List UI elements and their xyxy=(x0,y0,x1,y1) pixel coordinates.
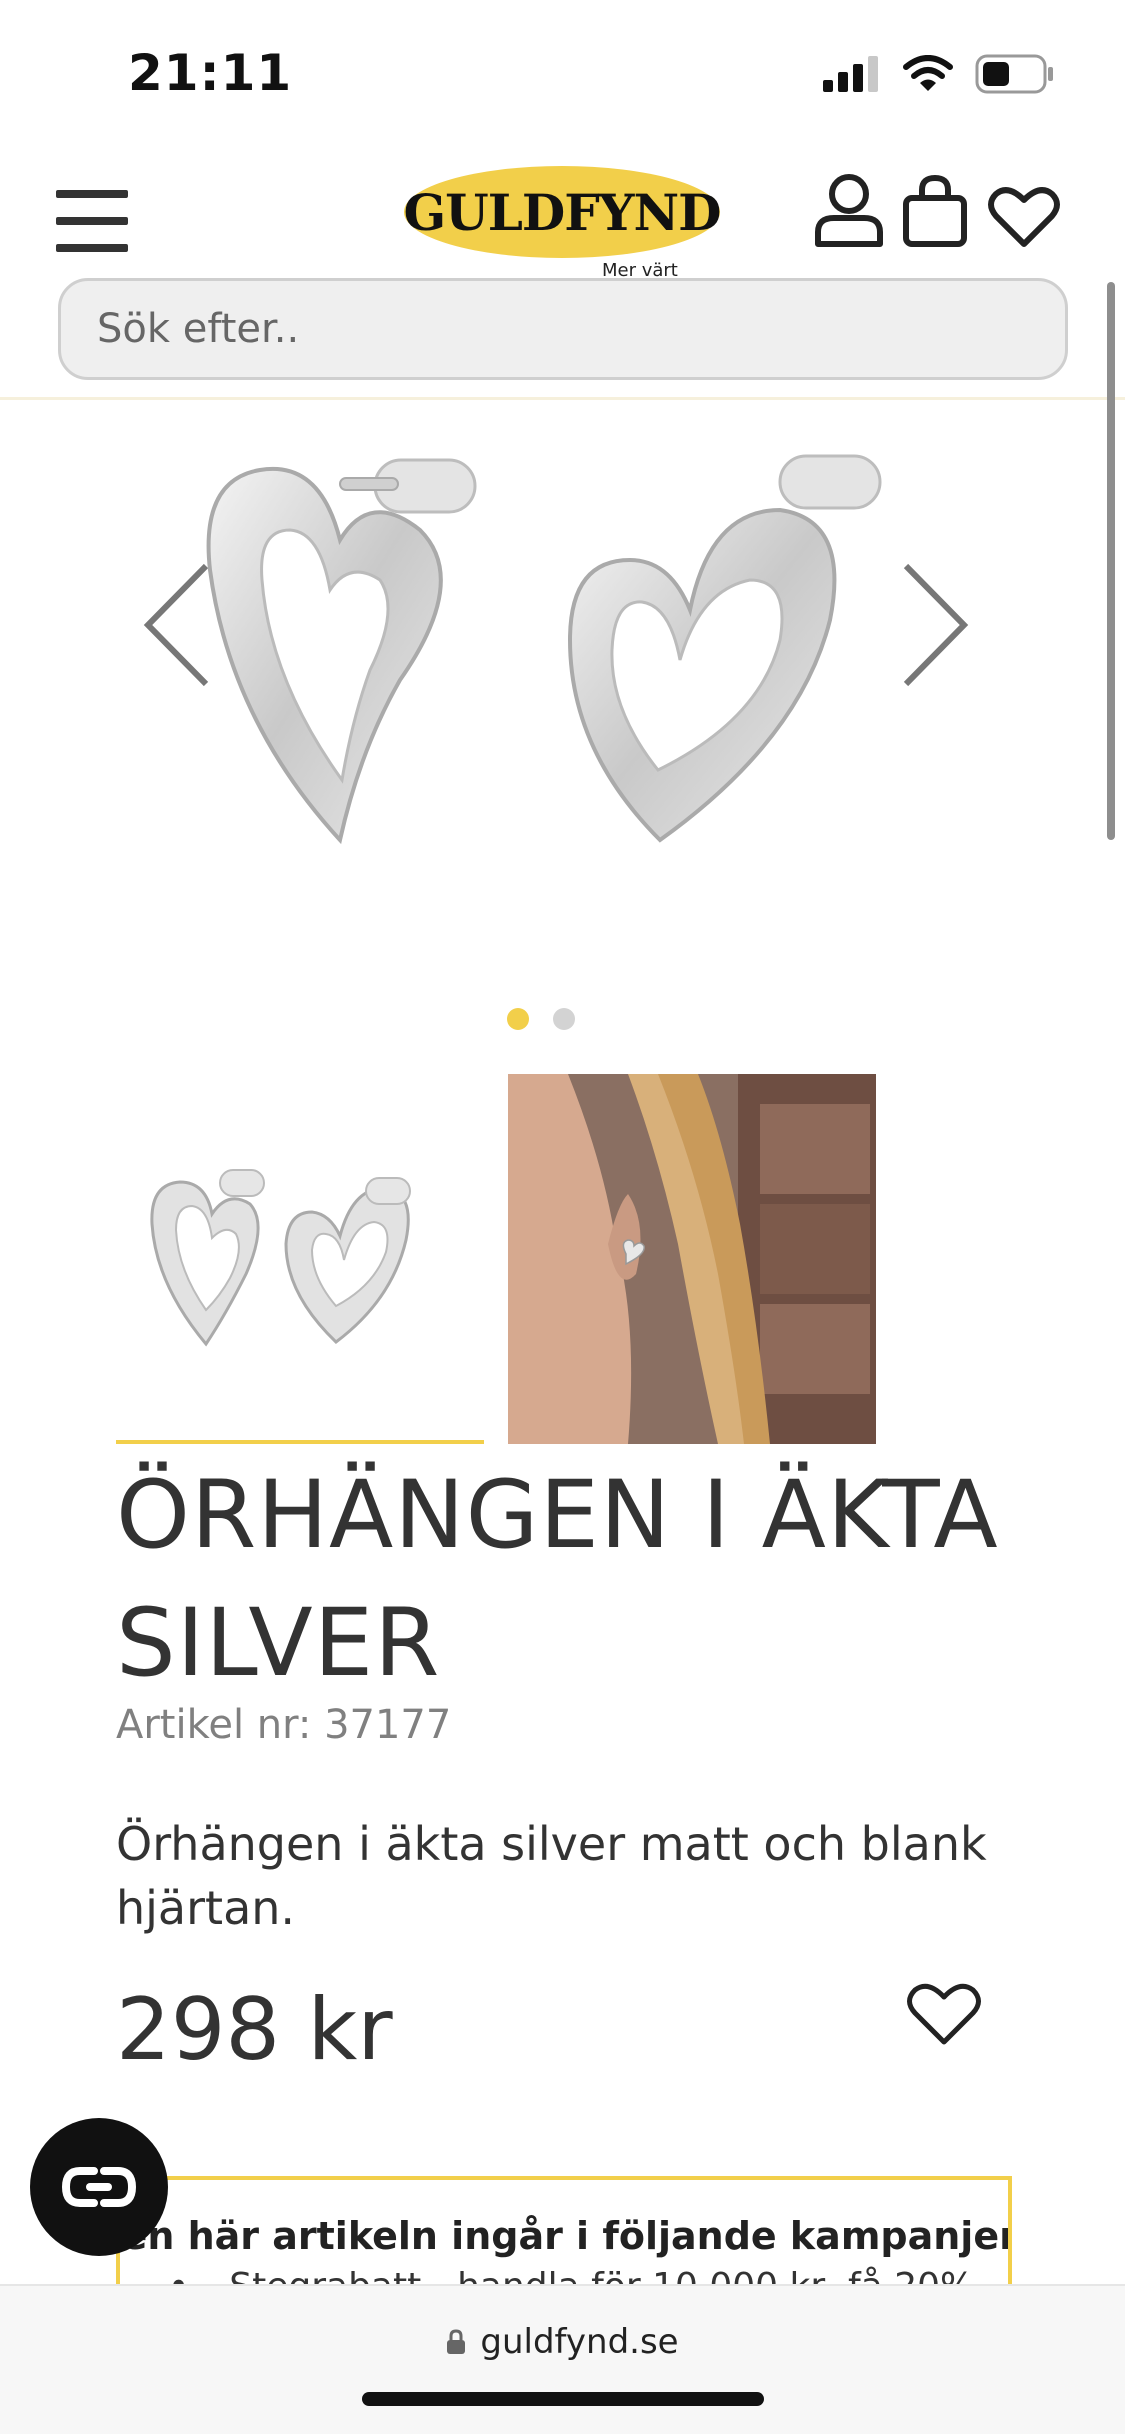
chevron-right-icon[interactable] xyxy=(898,560,972,690)
chat-button[interactable] xyxy=(30,2118,168,2256)
thumbnail-model-image xyxy=(508,1074,876,1444)
url-text: guldfynd.se xyxy=(480,2322,679,2362)
guldfynd-logo[interactable]: GULDFYND Mer värt xyxy=(403,154,722,284)
search-field[interactable] xyxy=(58,278,1068,380)
heart-icon[interactable] xyxy=(988,184,1060,248)
lock-icon xyxy=(447,2329,466,2354)
status-bar: 21:11 xyxy=(0,0,1125,140)
article-number: Artikel nr: 37177 xyxy=(116,1702,452,1748)
status-time: 21:11 xyxy=(128,44,293,102)
thumbnail-model-wearing[interactable] xyxy=(508,1074,876,1444)
logo-text: GULDFYND xyxy=(403,182,721,242)
status-icons xyxy=(823,52,1055,96)
signal-icon xyxy=(823,56,878,92)
carousel-dots xyxy=(0,1008,1103,1030)
battery-icon xyxy=(975,54,1053,94)
product-image-carousel xyxy=(0,400,1125,1030)
carousel-dot-1[interactable] xyxy=(506,1008,529,1030)
thumbnail-earrings[interactable] xyxy=(116,1074,484,1444)
carousel-dot-2[interactable] xyxy=(552,1008,575,1030)
hamburger-menu-icon[interactable] xyxy=(56,190,128,252)
product-description: Örhängen i äkta silver matt och blank hj… xyxy=(116,1817,987,1935)
product-main-image[interactable] xyxy=(190,420,910,860)
shopping-bag-icon[interactable] xyxy=(902,174,968,248)
product-thumbnails xyxy=(116,1074,876,1448)
thumbnail-earrings-image xyxy=(150,1169,411,1347)
product-price: 298 kr xyxy=(116,1980,393,2080)
home-indicator[interactable] xyxy=(362,2392,764,2406)
site-header: GULDFYND Mer värt xyxy=(0,140,1125,400)
logo-oval: GULDFYND xyxy=(403,166,722,258)
browser-bottom-bar: guldfynd.se xyxy=(0,2284,1125,2434)
product-title: ÖRHÄNGEN I ÄKTA SILVER xyxy=(116,1461,999,1698)
add-to-wishlist-heart-icon[interactable] xyxy=(906,1980,982,2046)
campaign-title: Den här artikeln ingår i följande kampan… xyxy=(116,2214,1012,2258)
chat-icon xyxy=(61,2167,137,2207)
wifi-icon xyxy=(903,55,953,91)
address-bar[interactable]: guldfynd.se xyxy=(0,2322,1125,2362)
campaign-box: Den här artikeln ingår i följande kampan… xyxy=(116,2176,1012,2296)
search-input[interactable] xyxy=(97,306,1065,352)
user-icon[interactable] xyxy=(814,174,884,248)
